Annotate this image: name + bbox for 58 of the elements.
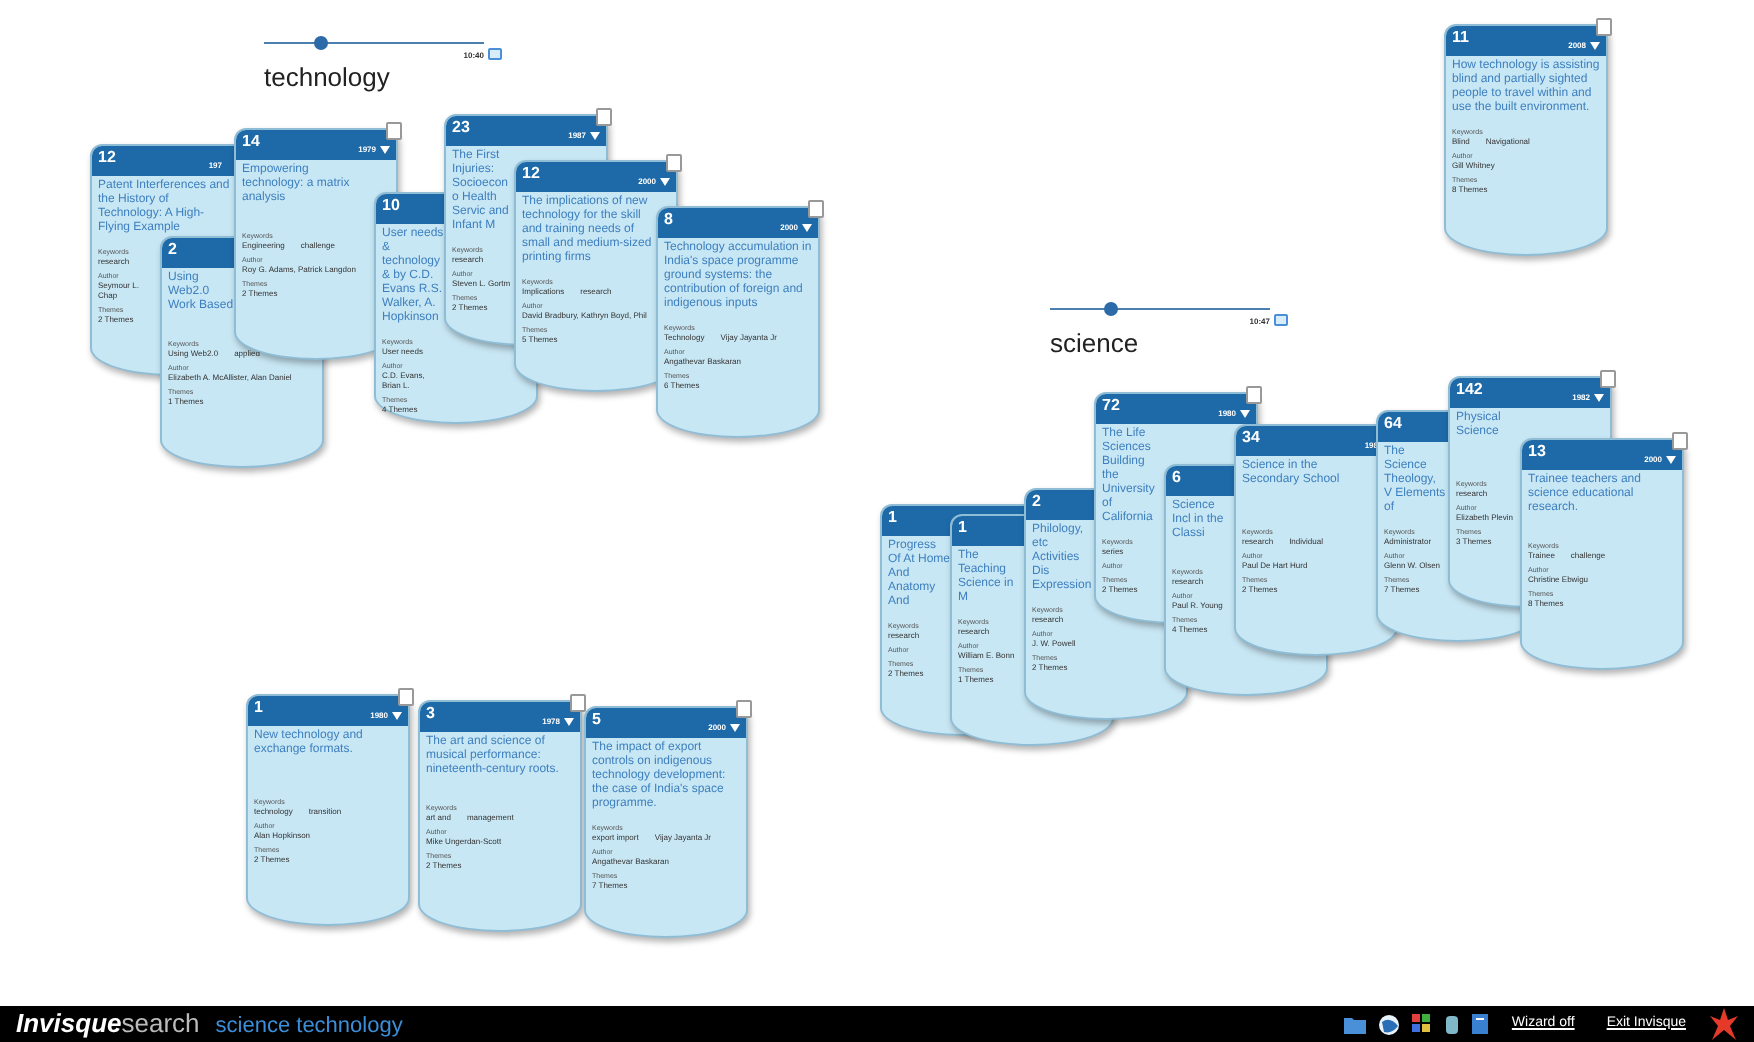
result-count: 23 xyxy=(452,116,470,140)
page-icon[interactable] xyxy=(398,688,414,706)
group-heading: technology xyxy=(264,62,392,94)
result-count: 2 xyxy=(168,238,177,262)
caret-icon[interactable] xyxy=(1240,409,1250,417)
search-query: science technology xyxy=(215,1012,403,1042)
page-icon[interactable] xyxy=(1672,432,1688,450)
caret-icon[interactable] xyxy=(730,723,740,731)
document-icon[interactable] xyxy=(1471,1014,1488,1034)
document-card[interactable] xyxy=(656,206,820,438)
slider-thumb[interactable] xyxy=(313,36,327,50)
result-count: 1 xyxy=(958,516,967,540)
page-icon[interactable] xyxy=(736,700,752,718)
result-count: 10 xyxy=(382,194,400,218)
result-count: 64 xyxy=(1384,412,1402,436)
result-count: 72 xyxy=(1102,394,1120,418)
result-count: 2 xyxy=(1032,490,1041,514)
page-icon[interactable] xyxy=(596,108,612,126)
caret-icon[interactable] xyxy=(1666,455,1676,463)
result-count: 6 xyxy=(1172,466,1181,490)
window-icon[interactable] xyxy=(1274,314,1288,326)
app-logo: Invisquesearch xyxy=(16,1006,200,1042)
result-count: 11 xyxy=(1452,26,1469,50)
cylinder-icon[interactable] xyxy=(1443,1014,1460,1034)
result-count: 13 xyxy=(1528,440,1546,464)
caret-icon[interactable] xyxy=(392,711,402,719)
timeline-slider[interactable] xyxy=(1050,302,1270,316)
result-count: 1 xyxy=(888,506,897,530)
globe-icon[interactable] xyxy=(1377,1013,1400,1035)
slider-thumb[interactable] xyxy=(1103,302,1118,316)
result-count: 14 xyxy=(242,130,260,154)
caret-icon[interactable] xyxy=(660,177,670,185)
window-icon[interactable] xyxy=(488,48,502,60)
caret-icon[interactable] xyxy=(1594,393,1604,401)
result-count: 34 xyxy=(1242,426,1260,450)
page-icon[interactable] xyxy=(1596,18,1612,36)
page-icon[interactable] xyxy=(808,200,824,218)
page-icon[interactable] xyxy=(386,122,402,140)
result-count: 5 xyxy=(592,708,601,732)
caret-icon[interactable] xyxy=(564,717,574,725)
page-icon[interactable] xyxy=(666,154,682,172)
page-icon[interactable] xyxy=(1246,386,1262,404)
result-count: 8 xyxy=(664,208,673,232)
result-count: 1 xyxy=(254,696,263,720)
result-count: 12 xyxy=(522,162,540,186)
result-count: 12 xyxy=(98,146,116,170)
grid-icon[interactable] xyxy=(1411,1014,1432,1034)
caret-icon[interactable] xyxy=(380,145,390,153)
result-count: 3 xyxy=(426,702,435,726)
page-icon[interactable] xyxy=(570,694,586,712)
timeline-slider[interactable] xyxy=(264,36,484,50)
caret-icon[interactable] xyxy=(590,131,600,139)
page-icon[interactable] xyxy=(1600,370,1616,388)
folder-icon[interactable] xyxy=(1343,1014,1366,1034)
result-count: 142 xyxy=(1456,378,1483,402)
group-heading: science xyxy=(1050,328,1141,360)
caret-icon[interactable] xyxy=(802,223,812,231)
caret-icon[interactable] xyxy=(1590,41,1600,49)
